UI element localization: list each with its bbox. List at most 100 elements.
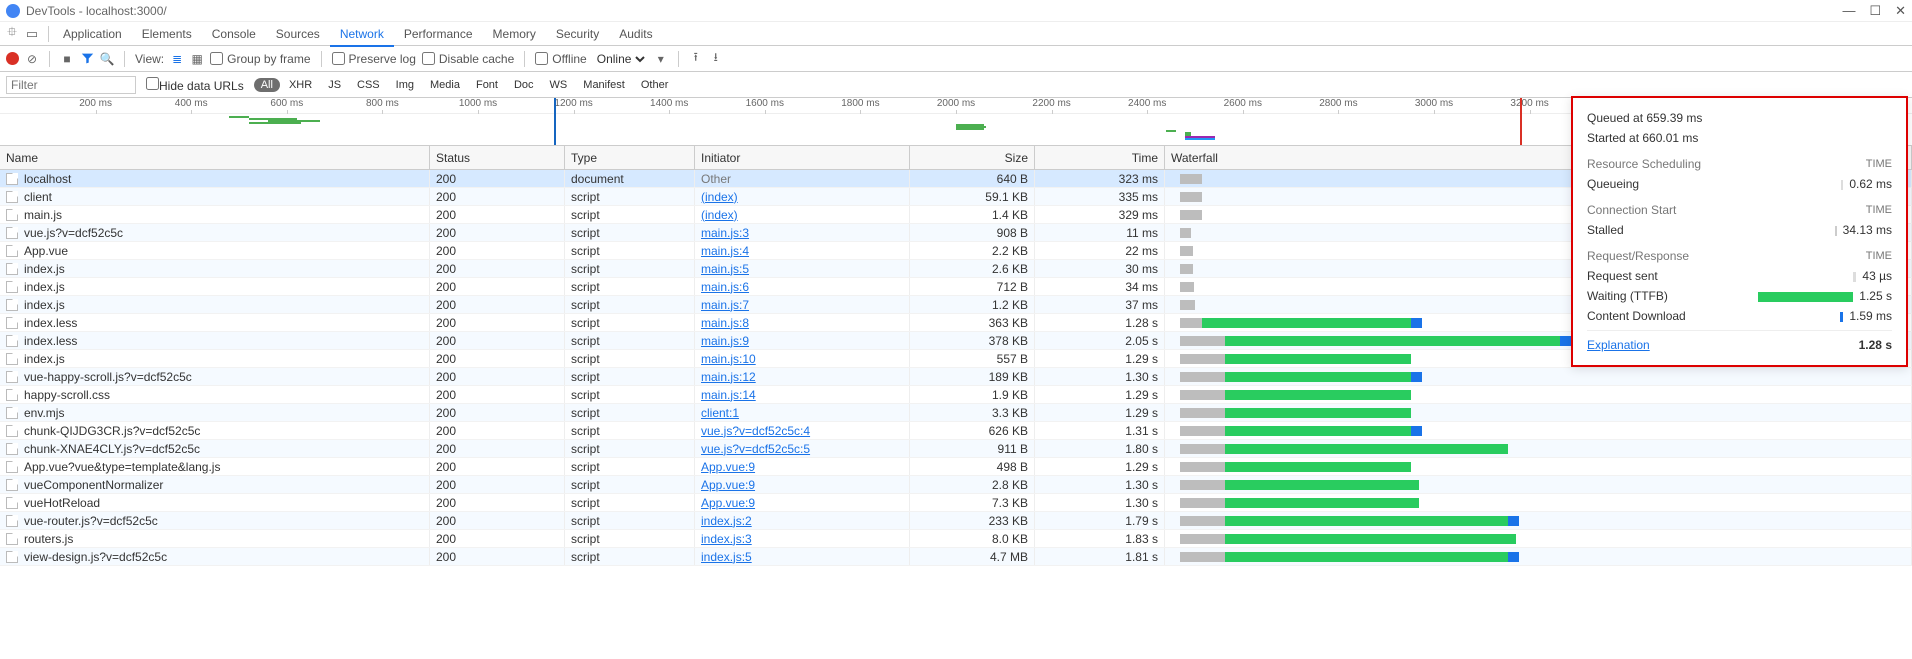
table-row[interactable]: vueHotReload200scriptApp.vue:97.3 KB1.30…	[0, 494, 1912, 512]
explanation-link[interactable]: Explanation	[1587, 338, 1650, 352]
record-button[interactable]	[6, 52, 19, 65]
throttling-select[interactable]: Online	[593, 51, 648, 67]
close-icon[interactable]: ✕	[1895, 3, 1906, 19]
request-name: index.js	[24, 280, 65, 294]
table-row[interactable]: env.mjs200scriptclient:13.3 KB1.29 s	[0, 404, 1912, 422]
initiator-link[interactable]: client:1	[701, 406, 739, 420]
initiator-link[interactable]: index.js:3	[701, 532, 752, 546]
filter-toggle-icon[interactable]	[80, 52, 94, 66]
filter-input[interactable]	[6, 76, 136, 94]
filter-chip-media[interactable]: Media	[423, 78, 467, 92]
col-size[interactable]: Size	[910, 146, 1035, 169]
table-row[interactable]: vue-router.js?v=dcf52c5c200scriptindex.j…	[0, 512, 1912, 530]
filter-chip-manifest[interactable]: Manifest	[576, 78, 632, 92]
initiator-link[interactable]: App.vue:9	[701, 496, 755, 510]
tab-sources[interactable]: Sources	[266, 23, 330, 45]
initiator-link[interactable]: main.js:9	[701, 334, 749, 348]
initiator-link[interactable]: main.js:3	[701, 226, 749, 240]
col-type[interactable]: Type	[565, 146, 695, 169]
table-row[interactable]: vue-happy-scroll.js?v=dcf52c5c200scriptm…	[0, 368, 1912, 386]
content-download-value: 1.59 ms	[1849, 309, 1892, 323]
filter-chip-all[interactable]: All	[254, 78, 280, 92]
table-row[interactable]: happy-scroll.css200scriptmain.js:141.9 K…	[0, 386, 1912, 404]
ruler-tick: 2600 ms	[1224, 98, 1262, 109]
filter-chip-xhr[interactable]: XHR	[282, 78, 319, 92]
request-status: 200	[430, 332, 565, 349]
table-row[interactable]: App.vue?vue&type=template&lang.js200scri…	[0, 458, 1912, 476]
initiator-link[interactable]: main.js:4	[701, 244, 749, 258]
clear-icon[interactable]: ⊘	[25, 52, 39, 66]
initiator-link[interactable]: main.js:5	[701, 262, 749, 276]
filter-chip-font[interactable]: Font	[469, 78, 505, 92]
waterfall-cell	[1165, 494, 1912, 511]
filter-chip-css[interactable]: CSS	[350, 78, 387, 92]
initiator-link[interactable]: (index)	[701, 190, 738, 204]
table-row[interactable]: chunk-QIJDG3CR.js?v=dcf52c5c200scriptvue…	[0, 422, 1912, 440]
initiator-link[interactable]: main.js:6	[701, 280, 749, 294]
offline-checkbox[interactable]: Offline	[535, 52, 586, 66]
filter-chip-doc[interactable]: Doc	[507, 78, 541, 92]
filter-chip-js[interactable]: JS	[321, 78, 348, 92]
ruler-tick: 1400 ms	[650, 98, 688, 109]
hide-data-urls-checkbox[interactable]: Hide data URLs	[146, 77, 244, 93]
maximize-icon[interactable]: ☐	[1869, 3, 1881, 19]
import-har-icon[interactable]: ⭱	[689, 52, 703, 66]
tab-network[interactable]: Network	[330, 23, 394, 47]
initiator-link[interactable]: vue.js?v=dcf52c5c:5	[701, 442, 810, 456]
col-status[interactable]: Status	[430, 146, 565, 169]
stalled-label: Stalled	[1587, 223, 1624, 237]
initiator-link[interactable]: main.js:10	[701, 352, 756, 366]
request-type: script	[565, 476, 695, 493]
request-size: 7.3 KB	[910, 494, 1035, 511]
col-name[interactable]: Name	[0, 146, 430, 169]
table-row[interactable]: routers.js200scriptindex.js:38.0 KB1.83 …	[0, 530, 1912, 548]
initiator-link[interactable]: main.js:12	[701, 370, 756, 384]
preserve-log-checkbox[interactable]: Preserve log	[332, 52, 416, 66]
initiator-link[interactable]: App.vue:9	[701, 478, 755, 492]
filter-chip-img[interactable]: Img	[389, 78, 421, 92]
inspect-icon[interactable]: ⯐	[4, 26, 20, 42]
chevron-down-icon[interactable]: ▾	[654, 52, 668, 66]
initiator-link[interactable]: main.js:7	[701, 298, 749, 312]
tab-memory[interactable]: Memory	[483, 23, 546, 45]
request-status: 200	[430, 278, 565, 295]
view-list-icon[interactable]: ≣	[170, 52, 184, 66]
export-har-icon[interactable]: ⭳	[709, 52, 723, 66]
tab-console[interactable]: Console	[202, 23, 266, 45]
tab-performance[interactable]: Performance	[394, 23, 483, 45]
request-status: 200	[430, 188, 565, 205]
request-status: 200	[430, 404, 565, 421]
device-toggle-icon[interactable]: ▭	[24, 26, 40, 42]
table-row[interactable]: vueComponentNormalizer200scriptApp.vue:9…	[0, 476, 1912, 494]
request-status: 200	[430, 530, 565, 547]
filter-chip-other[interactable]: Other	[634, 78, 676, 92]
initiator-link[interactable]: vue.js?v=dcf52c5c:4	[701, 424, 810, 438]
filter-chip-ws[interactable]: WS	[543, 78, 575, 92]
tab-security[interactable]: Security	[546, 23, 609, 45]
col-initiator[interactable]: Initiator	[695, 146, 910, 169]
group-by-frame-checkbox[interactable]: Group by frame	[210, 52, 310, 66]
initiator-link[interactable]: index.js:5	[701, 550, 752, 564]
request-name: vue-happy-scroll.js?v=dcf52c5c	[24, 370, 192, 384]
camera-icon[interactable]: ■	[60, 52, 74, 66]
search-icon[interactable]: 🔍	[100, 52, 114, 66]
initiator-link[interactable]: index.js:2	[701, 514, 752, 528]
file-icon	[6, 407, 18, 419]
tab-audits[interactable]: Audits	[609, 23, 662, 45]
tab-application[interactable]: Application	[53, 23, 132, 45]
initiator-link[interactable]: App.vue:9	[701, 460, 755, 474]
col-time[interactable]: Time	[1035, 146, 1165, 169]
initiator-link[interactable]: main.js:14	[701, 388, 756, 402]
started-label: Started at 660.01 ms	[1587, 131, 1698, 145]
table-row[interactable]: view-design.js?v=dcf52c5c200scriptindex.…	[0, 548, 1912, 566]
table-row[interactable]: chunk-XNAE4CLY.js?v=dcf52c5c200scriptvue…	[0, 440, 1912, 458]
minimize-icon[interactable]: —	[1842, 3, 1855, 19]
initiator-link[interactable]: main.js:8	[701, 316, 749, 330]
queueing-value: 0.62 ms	[1849, 177, 1892, 191]
view-grid-icon[interactable]: ▦	[190, 52, 204, 66]
tab-elements[interactable]: Elements	[132, 23, 202, 45]
disable-cache-checkbox[interactable]: Disable cache	[422, 52, 514, 66]
queueing-label: Queueing	[1587, 177, 1639, 191]
file-icon	[6, 245, 18, 257]
initiator-link[interactable]: (index)	[701, 208, 738, 222]
